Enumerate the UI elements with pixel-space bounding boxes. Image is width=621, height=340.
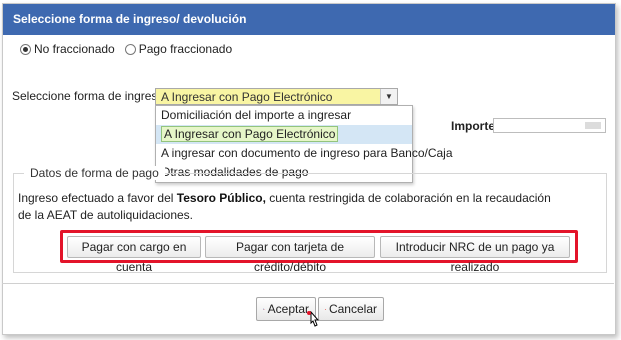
dropdown-option-highlighted[interactable]: A Ingresar con Pago Electrónico xyxy=(156,125,412,144)
importe-input[interactable] xyxy=(493,118,606,133)
dialog-title: Seleccione forma de ingreso/ devolución xyxy=(3,4,615,35)
option-label: A Ingresar con Pago Electrónico xyxy=(161,126,339,142)
info-text-before: Ingreso efectuado a favor del xyxy=(18,191,177,205)
info-text-bold: Tesoro Público, xyxy=(176,191,266,205)
radio-label: No fraccionado xyxy=(34,42,115,56)
pagar-tarjeta-button[interactable]: Pagar con tarjeta de crédito/débito xyxy=(205,236,375,274)
select-value: A Ingresar con Pago Electrónico xyxy=(161,89,333,104)
importe-label: Importe xyxy=(451,119,496,133)
dropdown-option[interactable]: A ingresar con documento de ingreso para… xyxy=(156,144,453,163)
radio-unselected-icon[interactable] xyxy=(124,43,136,55)
payment-info-text: Ingreso efectuado a favor del Tesoro Púb… xyxy=(18,190,558,224)
accept-icon xyxy=(263,308,265,310)
payment-mode-group: No fraccionado Pago fraccionado xyxy=(20,42,242,56)
dropdown-option[interactable]: Domiciliación del importe a ingresar xyxy=(156,106,412,125)
aceptar-label: Aceptar xyxy=(267,302,309,316)
forma-ingreso-label: Seleccione forma de ingreso: xyxy=(12,89,168,103)
radio-label: Pago fraccionado xyxy=(138,42,233,56)
forma-ingreso-dropdown: Domiciliación del importe a ingresar A I… xyxy=(155,105,453,183)
fieldset-legend: Datos de forma de pago xyxy=(24,166,165,180)
radio-selected-icon[interactable] xyxy=(20,43,31,55)
mouse-pointer-icon xyxy=(307,311,320,327)
radio-pago-fraccionado[interactable]: Pago fraccionado xyxy=(124,42,233,56)
forma-ingreso-select[interactable]: A Ingresar con Pago Electrónico ▼ xyxy=(155,88,398,105)
footer-divider xyxy=(2,283,614,284)
chevron-down-icon[interactable]: ▼ xyxy=(380,89,397,104)
radio-no-fraccionado[interactable]: No fraccionado xyxy=(20,42,115,56)
cancel-icon xyxy=(325,308,326,310)
pagar-cargo-cuenta-button[interactable]: Pagar con cargo en cuenta xyxy=(67,236,201,274)
cancelar-label: Cancelar xyxy=(328,302,377,316)
introducir-nrc-button[interactable]: Introducir NRC de un pago ya realizado xyxy=(380,236,570,274)
input-grip-icon xyxy=(585,122,601,129)
cancelar-button[interactable]: Cancelar xyxy=(318,297,384,321)
